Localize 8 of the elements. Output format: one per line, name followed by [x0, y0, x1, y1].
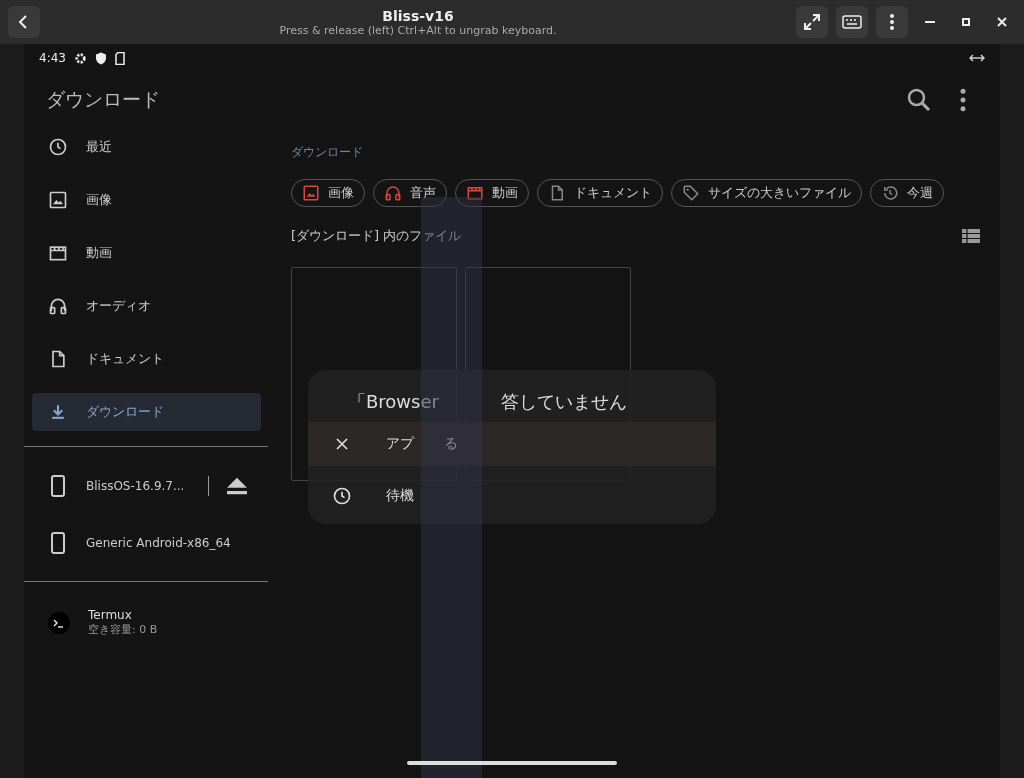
app-title: ダウンロード	[46, 87, 161, 112]
window-title: Bliss-v16	[382, 7, 454, 24]
section-label: [ダウンロード] 内のファイル	[291, 227, 463, 245]
dialog-title: 答していません	[500, 390, 627, 414]
status-time: 4:43	[39, 51, 66, 65]
free-space-label: 空き容量: 0 B	[88, 622, 158, 637]
window-subtitle: Press & release (left) Ctrl+Alt to ungrab keyboard.	[279, 23, 557, 37]
dialog-title: 「Browser	[348, 390, 439, 414]
